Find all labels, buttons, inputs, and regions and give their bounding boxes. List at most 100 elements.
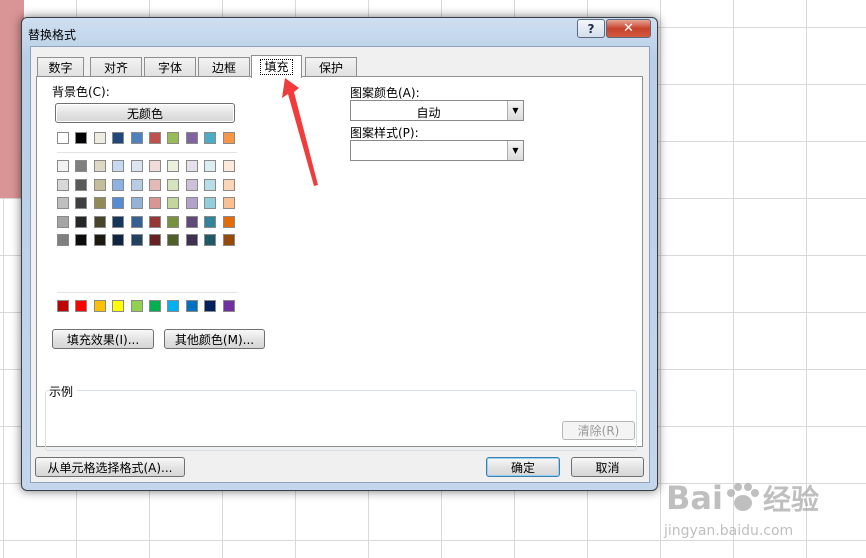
color-swatch[interactable]	[57, 215, 69, 228]
color-swatch[interactable]	[167, 234, 180, 247]
title-bar[interactable]: 替换格式 ? ✕	[22, 18, 657, 48]
color-swatch[interactable]	[75, 132, 88, 144]
watermark-url: jingyan.baidu.com	[664, 523, 794, 539]
color-swatch[interactable]	[149, 300, 161, 312]
color-swatch[interactable]	[185, 132, 198, 144]
color-swatch[interactable]	[93, 197, 106, 210]
color-swatch[interactable]	[93, 300, 106, 312]
color-swatch[interactable]	[185, 215, 198, 228]
color-swatch[interactable]	[130, 234, 143, 247]
color-swatch[interactable]	[222, 215, 235, 228]
color-swatch[interactable]	[112, 160, 125, 172]
color-swatch[interactable]	[149, 178, 161, 191]
color-swatch[interactable]	[185, 234, 198, 247]
color-swatch[interactable]	[222, 160, 235, 172]
color-swatch[interactable]	[57, 160, 69, 172]
color-swatch[interactable]	[130, 300, 143, 312]
color-swatch[interactable]	[93, 234, 106, 247]
background-color-label: 背景色(C):	[52, 85, 110, 99]
color-swatch[interactable]	[75, 197, 88, 210]
color-swatch[interactable]	[57, 178, 69, 191]
clear-button[interactable]: 清除(R)	[562, 421, 635, 440]
color-swatch[interactable]	[93, 160, 106, 172]
color-swatch[interactable]	[149, 132, 161, 144]
color-swatch[interactable]	[93, 215, 106, 228]
pattern-style-label: 图案样式(P):	[350, 126, 419, 140]
color-swatch[interactable]	[112, 132, 125, 144]
color-swatch[interactable]	[185, 160, 198, 172]
color-swatch[interactable]	[112, 215, 125, 228]
color-swatch[interactable]	[222, 197, 235, 210]
tab-number[interactable]: 数字	[37, 57, 84, 77]
color-swatch[interactable]	[204, 300, 217, 312]
color-palette	[57, 132, 237, 317]
sample-preview	[45, 390, 637, 451]
color-swatch[interactable]	[112, 234, 125, 247]
color-swatch[interactable]	[167, 197, 180, 210]
chevron-down-icon[interactable]: ▼	[507, 101, 523, 120]
color-swatch[interactable]	[185, 197, 198, 210]
cancel-button[interactable]: 取消	[571, 457, 644, 477]
pattern-color-select[interactable]: 自动 ▼	[350, 100, 524, 121]
color-swatch[interactable]	[149, 160, 161, 172]
help-button[interactable]: ?	[577, 19, 605, 38]
color-swatch[interactable]	[75, 300, 88, 312]
color-swatch[interactable]	[204, 234, 217, 247]
tab-border[interactable]: 边框	[198, 57, 250, 77]
color-swatch[interactable]	[222, 300, 235, 312]
color-swatch[interactable]	[222, 234, 235, 247]
fill-effects-button[interactable]: 填充效果(I)...	[52, 329, 154, 349]
color-swatch[interactable]	[149, 215, 161, 228]
choose-format-from-cell-button[interactable]: 从单元格选择格式(A)...	[35, 457, 185, 477]
color-swatch[interactable]	[204, 197, 217, 210]
color-swatch[interactable]	[204, 215, 217, 228]
chevron-down-icon[interactable]: ▼	[507, 141, 523, 160]
color-swatch[interactable]	[167, 178, 180, 191]
color-swatch[interactable]	[167, 300, 180, 312]
color-swatch[interactable]	[75, 234, 88, 247]
close-button[interactable]: ✕	[606, 19, 651, 38]
dialog-content: 数字 对齐 字体 边框 填充 保护 背景色(C): 无颜色 填充效果(I)...…	[30, 46, 650, 483]
color-swatch[interactable]	[222, 178, 235, 191]
tab-font[interactable]: 字体	[144, 57, 196, 77]
tab-protection[interactable]: 保护	[305, 57, 357, 77]
color-swatch[interactable]	[57, 132, 69, 144]
more-colors-button[interactable]: 其他颜色(M)...	[164, 329, 265, 349]
color-swatch[interactable]	[204, 132, 217, 144]
color-swatch[interactable]	[75, 215, 88, 228]
color-swatch[interactable]	[57, 234, 69, 247]
color-swatch[interactable]	[167, 160, 180, 172]
pattern-color-value: 自动	[416, 106, 441, 120]
color-swatch[interactable]	[112, 178, 125, 191]
color-swatch[interactable]	[149, 197, 161, 210]
color-swatch[interactable]	[167, 132, 180, 144]
watermark-logo: Bai 经验	[666, 479, 819, 517]
color-swatch[interactable]	[167, 215, 180, 228]
tab-fill[interactable]: 填充	[251, 55, 302, 78]
color-swatch[interactable]	[112, 197, 125, 210]
pattern-color-label: 图案颜色(A):	[350, 86, 420, 100]
tab-alignment[interactable]: 对齐	[90, 57, 142, 77]
color-swatch[interactable]	[93, 132, 106, 144]
color-swatch[interactable]	[130, 132, 143, 144]
color-swatch[interactable]	[130, 215, 143, 228]
color-swatch[interactable]	[185, 300, 198, 312]
color-swatch[interactable]	[130, 178, 143, 191]
color-swatch[interactable]	[149, 234, 161, 247]
color-swatch[interactable]	[130, 160, 143, 172]
color-swatch[interactable]	[57, 197, 69, 210]
color-swatch[interactable]	[130, 197, 143, 210]
color-swatch[interactable]	[204, 160, 217, 172]
color-swatch[interactable]	[204, 178, 217, 191]
color-swatch[interactable]	[93, 178, 106, 191]
no-color-button[interactable]: 无颜色	[55, 103, 235, 123]
color-swatch[interactable]	[75, 160, 88, 172]
color-swatch[interactable]	[112, 300, 125, 312]
color-swatch[interactable]	[222, 132, 235, 144]
palette-separator	[57, 292, 237, 293]
color-swatch[interactable]	[57, 300, 69, 312]
color-swatch[interactable]	[75, 178, 88, 191]
pattern-style-select[interactable]: ▼	[350, 140, 524, 161]
ok-button[interactable]: 确定	[486, 457, 560, 477]
color-swatch[interactable]	[185, 178, 198, 191]
